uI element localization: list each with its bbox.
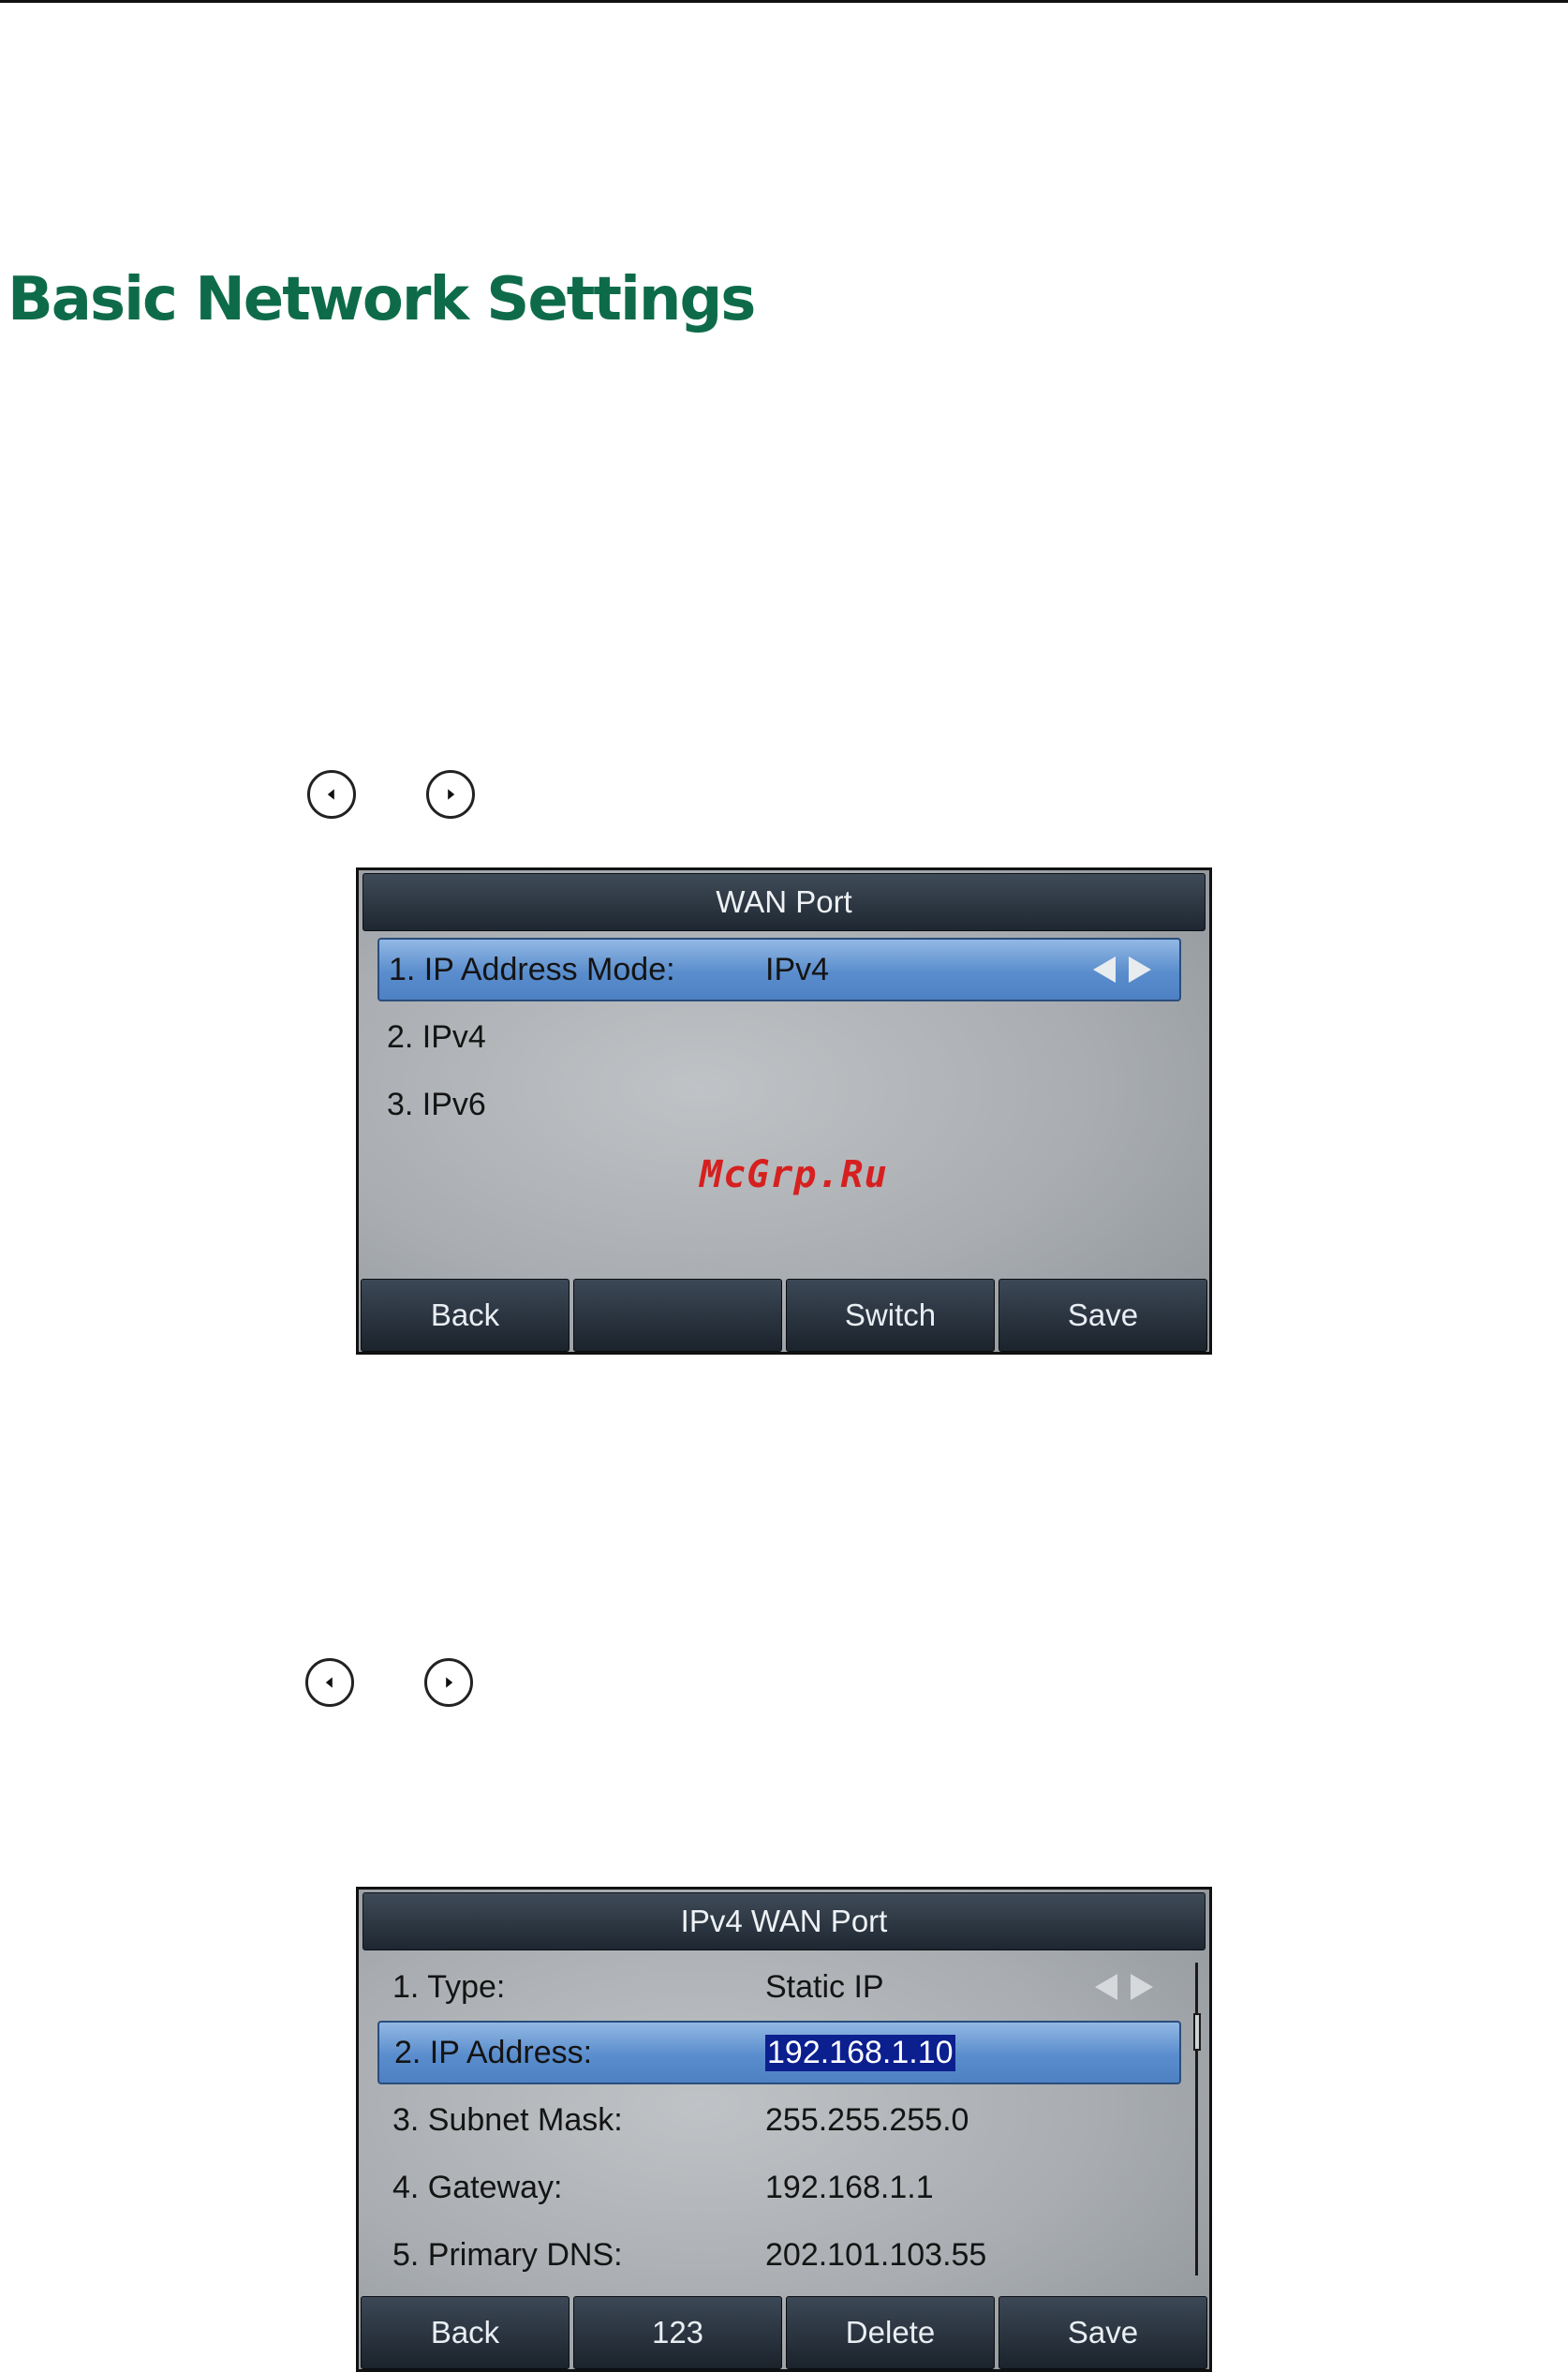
softkey-back[interactable]: Back xyxy=(361,1279,570,1352)
menu-item-ip-address-mode[interactable]: 1. IP Address Mode: IPv4 xyxy=(377,938,1181,1001)
setting-row-ip-address[interactable]: 2. IP Address: 192.168.1.10 xyxy=(377,2021,1181,2084)
setting-label: 4. Gateway: xyxy=(392,2169,563,2205)
setting-label: 1. Type: xyxy=(392,1968,506,2005)
setting-value: Static IP xyxy=(765,1968,884,2005)
option-switch-arrows[interactable] xyxy=(1095,1974,1153,2000)
nav-left-key-icon xyxy=(305,1658,354,1707)
arrow-right-icon[interactable] xyxy=(1131,1974,1153,2000)
menu-item-ipv6[interactable]: 3. IPv6 xyxy=(377,1073,1181,1136)
menu-item-ipv4[interactable]: 2. IPv4 xyxy=(377,1005,1181,1069)
setting-row-primary-dns[interactable]: 5. Primary DNS: 202.101.103.55 xyxy=(377,2223,1181,2287)
setting-row-type[interactable]: 1. Type: Static IP xyxy=(377,1955,1181,2019)
setting-row-gateway[interactable]: 4. Gateway: 192.168.1.1 xyxy=(377,2156,1181,2219)
scrollbar-thumb[interactable] xyxy=(1193,2013,1201,2051)
screen-title: IPv4 WAN Port xyxy=(362,1892,1206,1950)
setting-label: 5. Primary DNS: xyxy=(392,2236,623,2273)
setting-label: 2. IP Address: xyxy=(394,2034,593,2070)
softkey-save[interactable]: Save xyxy=(998,1279,1207,1352)
setting-label: 3. Subnet Mask: xyxy=(392,2101,623,2138)
menu-item-label: 1. IP Address Mode: xyxy=(389,951,675,987)
arrow-right-icon[interactable] xyxy=(1129,956,1151,983)
page-title: Basic Network Settings xyxy=(7,265,756,334)
setting-value: 202.101.103.55 xyxy=(765,2236,987,2273)
screen-title: WAN Port xyxy=(362,873,1206,931)
softkey-blank[interactable] xyxy=(573,1279,782,1352)
option-switch-arrows[interactable] xyxy=(1093,956,1151,983)
nav-left-key-icon xyxy=(307,770,356,819)
setting-row-subnet-mask[interactable]: 3. Subnet Mask: 255.255.255.0 xyxy=(377,2088,1181,2152)
menu-item-label: 3. IPv6 xyxy=(387,1086,486,1122)
ip-address-field[interactable]: 192.168.1.10 xyxy=(765,2034,955,2071)
wan-port-screen: WAN Port 1. IP Address Mode: IPv4 2. IPv… xyxy=(356,867,1212,1355)
setting-value: 192.168.1.1 xyxy=(765,2169,934,2205)
top-rule xyxy=(0,0,1568,3)
nav-right-key-icon xyxy=(424,1658,473,1707)
arrow-left-icon[interactable] xyxy=(1093,956,1116,983)
setting-value: 255.255.255.0 xyxy=(765,2101,969,2138)
softkey-switch[interactable]: Switch xyxy=(786,1279,995,1352)
softkey-bar: Back 123 Delete Save xyxy=(359,2296,1209,2369)
nav-right-key-icon xyxy=(426,770,475,819)
softkey-save[interactable]: Save xyxy=(998,2296,1207,2369)
ipv4-wan-port-screen: IPv4 WAN Port 1. Type: Static IP 2. IP A… xyxy=(356,1887,1212,2372)
menu-item-value: IPv4 xyxy=(765,951,830,987)
menu-item-label: 2. IPv4 xyxy=(387,1018,486,1055)
arrow-left-icon[interactable] xyxy=(1095,1974,1117,2000)
softkey-delete[interactable]: Delete xyxy=(786,2296,995,2369)
watermark: McGrp.Ru xyxy=(700,1153,888,1196)
softkey-bar: Back Switch Save xyxy=(359,1279,1209,1352)
softkey-back[interactable]: Back xyxy=(361,2296,570,2369)
softkey-123[interactable]: 123 xyxy=(573,2296,782,2369)
scrollbar-track[interactable] xyxy=(1195,1963,1198,2276)
